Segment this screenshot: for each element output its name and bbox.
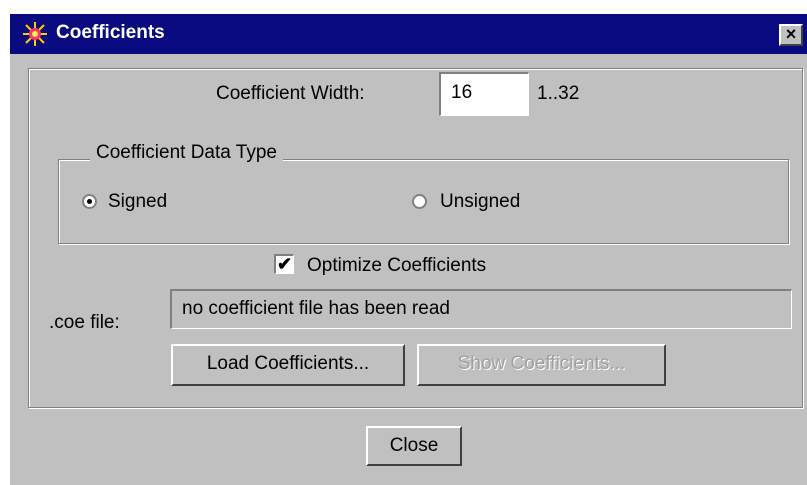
load-coefficients-button[interactable]: Load Coefficients... <box>171 344 405 386</box>
sunburst-icon <box>23 22 47 46</box>
title-bar[interactable]: Coefficients × <box>10 14 807 54</box>
window-close-button[interactable]: × <box>779 24 803 46</box>
coefficient-width-range: 1..32 <box>537 83 580 104</box>
radio-unsigned-button[interactable] <box>412 194 427 209</box>
optimize-checkbox-box[interactable]: ✔ <box>274 254 294 274</box>
coefficients-dialog: Coefficients × Coefficient Width: 16 1..… <box>10 14 807 485</box>
coefficient-width-label: Coefficient Width: <box>216 83 365 104</box>
coe-file-label: .coe file: <box>49 312 120 333</box>
radio-signed-button[interactable] <box>82 194 97 209</box>
window-title: Coefficients <box>56 22 165 43</box>
coefficient-width-input[interactable]: 16 <box>439 72 529 116</box>
coe-file-field: no coefficient file has been read <box>170 289 792 329</box>
optimize-checkbox-label[interactable]: Optimize Coefficients <box>307 255 486 277</box>
show-coefficients-button: Show Coefficients... <box>417 344 666 386</box>
close-button[interactable]: Close <box>366 426 462 466</box>
data-type-group-title: Coefficient Data Type <box>90 142 283 164</box>
radio-selected-dot <box>87 199 92 204</box>
radio-unsigned-label[interactable]: Unsigned <box>440 191 520 213</box>
radio-signed-label[interactable]: Signed <box>108 191 167 213</box>
